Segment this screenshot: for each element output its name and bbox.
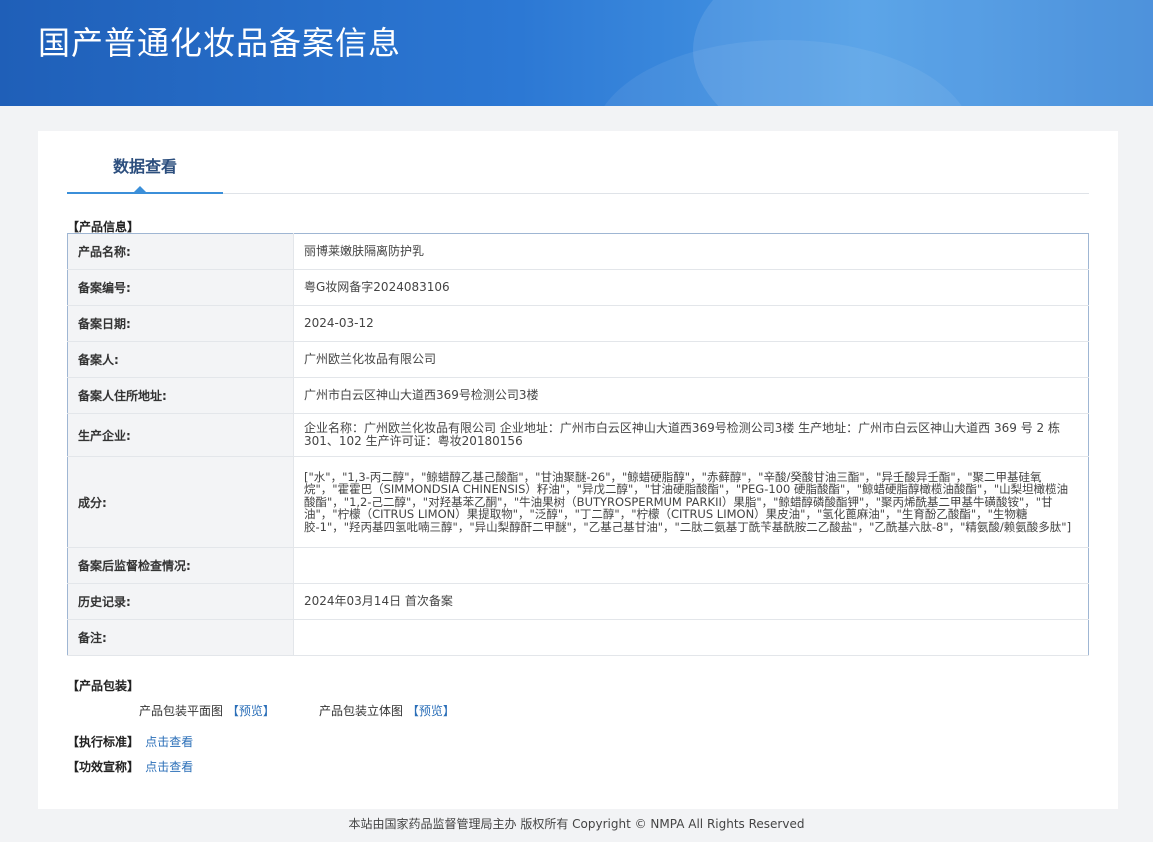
tab-active-indicator bbox=[67, 192, 223, 194]
table-row: 备案编号: 粤G妆网备字2024083106 bbox=[67, 269, 1089, 306]
standard-view-link[interactable]: 点击查看 bbox=[145, 735, 193, 749]
page-title: 国产普通化妆品备案信息 bbox=[38, 24, 402, 62]
standard-row: 【执行标准】 点击查看 bbox=[67, 733, 193, 750]
row-label: 产品名称: bbox=[67, 233, 294, 270]
page-footer: 本站由国家药品监督管理局主办 版权所有 Copyright © NMPA All… bbox=[348, 817, 805, 831]
row-label: 历史记录: bbox=[67, 583, 294, 620]
row-label: 备案编号: bbox=[67, 269, 294, 306]
packaging-flat-label: 产品包装平面图 bbox=[139, 704, 224, 718]
efficacy-row: 【功效宣称】 点击查看 bbox=[67, 758, 193, 775]
table-row: 备注: bbox=[67, 619, 1089, 656]
table-row: 备案日期: 2024-03-12 bbox=[67, 305, 1089, 342]
table-row: 生产企业: 企业名称：广州欧兰化妆品有限公司 企业地址：广州市白云区神山大道西3… bbox=[67, 413, 1089, 457]
page-banner: 国产普通化妆品备案信息 bbox=[0, 0, 1153, 106]
table-row: 产品名称: 丽博莱嫩肤隔离防护乳 bbox=[67, 233, 1089, 270]
packaging-3d-preview-link[interactable]: 【预览】 bbox=[407, 704, 455, 718]
table-row: 历史记录: 2024年03月14日 首次备案 bbox=[67, 583, 1089, 620]
row-label: 备案后监督检查情况: bbox=[67, 547, 294, 584]
row-label: 生产企业: bbox=[67, 413, 294, 457]
row-value bbox=[293, 547, 1089, 584]
row-value: 企业名称：广州欧兰化妆品有限公司 企业地址：广州市白云区神山大道西369号检测公… bbox=[293, 413, 1089, 457]
section-title-standard: 【执行标准】 bbox=[67, 735, 140, 749]
content-card: 数据查看 【产品信息】 产品名称: 丽博莱嫩肤隔离防护乳 备案编号: 粤G妆网备… bbox=[38, 131, 1118, 809]
row-value: 2024-03-12 bbox=[293, 305, 1089, 342]
row-value: 广州市白云区神山大道西369号检测公司3楼 bbox=[293, 377, 1089, 414]
efficacy-view-link[interactable]: 点击查看 bbox=[145, 760, 193, 774]
row-value bbox=[293, 619, 1089, 656]
row-label: 备案日期: bbox=[67, 305, 294, 342]
row-label: 备注: bbox=[67, 619, 294, 656]
packaging-3d: 产品包装立体图 【预览】 bbox=[319, 702, 455, 719]
section-title-efficacy: 【功效宣称】 bbox=[67, 760, 140, 774]
row-value: 广州欧兰化妆品有限公司 bbox=[293, 341, 1089, 378]
packaging-flat: 产品包装平面图 【预览】 bbox=[139, 702, 275, 719]
row-value: 粤G妆网备字2024083106 bbox=[293, 269, 1089, 306]
row-label: 备案人住所地址: bbox=[67, 377, 294, 414]
row-label: 备案人: bbox=[67, 341, 294, 378]
caret-up-icon bbox=[134, 186, 146, 192]
product-info-table: 产品名称: 丽博莱嫩肤隔离防护乳 备案编号: 粤G妆网备字2024083106 … bbox=[67, 233, 1089, 656]
row-label: 成分: bbox=[67, 456, 294, 548]
packaging-3d-label: 产品包装立体图 bbox=[319, 704, 404, 718]
row-value: 丽博莱嫩肤隔离防护乳 bbox=[293, 233, 1089, 270]
row-value: ["水"，"1,3-丙二醇"，"鲸蜡醇乙基己酸酯"，"甘油聚醚-26"，"鲸蜡硬… bbox=[293, 456, 1089, 548]
table-row: 备案人住所地址: 广州市白云区神山大道西369号检测公司3楼 bbox=[67, 377, 1089, 414]
table-row: 成分: ["水"，"1,3-丙二醇"，"鲸蜡醇乙基己酸酯"，"甘油聚醚-26"，… bbox=[67, 456, 1089, 548]
packaging-flat-preview-link[interactable]: 【预览】 bbox=[227, 704, 275, 718]
table-row: 备案后监督检查情况: bbox=[67, 547, 1089, 584]
row-value: 2024年03月14日 首次备案 bbox=[293, 583, 1089, 620]
table-row: 备案人: 广州欧兰化妆品有限公司 bbox=[67, 341, 1089, 378]
section-title-packaging: 【产品包装】 bbox=[67, 679, 140, 693]
